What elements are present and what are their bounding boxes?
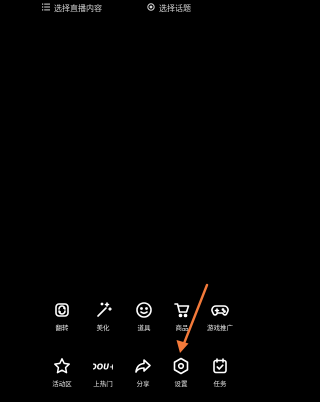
settings-label: 设置 [174, 380, 188, 388]
select-live-content-button[interactable]: 选择直播内容 [42, 3, 102, 14]
tasks-button[interactable]: 任务 [198, 356, 242, 394]
gamepad-icon [210, 300, 230, 320]
game-promotion-button[interactable]: 游戏推广 [198, 300, 242, 338]
activity-zone-button[interactable]: 活动区 [40, 356, 84, 394]
flip-button[interactable]: 翻转 [40, 300, 84, 338]
shopping-cart-icon [172, 300, 192, 320]
flip-label: 翻转 [55, 324, 69, 332]
toolbar-row-1: 翻转 美化 道具 商品 游戏推广 [0, 300, 285, 338]
beautify-button[interactable]: 美化 [81, 300, 125, 338]
select-live-content-label: 选择直播内容 [54, 3, 102, 13]
list-icon [42, 3, 50, 14]
svg-text:DOU+: DOU+ [93, 362, 113, 371]
go-hot-label: 上热门 [93, 380, 113, 388]
topic-circle-icon [147, 3, 155, 14]
flip-icon [52, 300, 72, 320]
game-promotion-label: 游戏推广 [207, 324, 233, 332]
annotation-arrow [176, 283, 209, 353]
go-hot-button[interactable]: DOU+ 上热门 [81, 356, 125, 394]
tasks-label: 任务 [213, 380, 227, 388]
star-icon [52, 356, 72, 376]
beautify-wand-icon [93, 300, 113, 320]
products-label: 商品 [175, 324, 189, 332]
select-topic-label: 选择话题 [159, 3, 191, 13]
dou-plus-icon: DOU+ [93, 356, 113, 376]
props-label: 道具 [137, 324, 151, 332]
settings-button[interactable]: 设置 [159, 356, 203, 394]
top-bar: 选择直播内容 选择话题 [0, 3, 285, 17]
hexagon-settings-icon [171, 356, 191, 376]
share-arrow-icon [133, 356, 153, 376]
calendar-check-icon [210, 356, 230, 376]
select-topic-button[interactable]: 选择话题 [147, 3, 191, 14]
activity-zone-label: 活动区 [52, 380, 72, 388]
share-label: 分享 [136, 380, 150, 388]
beautify-label: 美化 [96, 324, 110, 332]
toolbar-row-2: 活动区 DOU+ 上热门 分享 设置 [0, 356, 285, 394]
smiley-icon [134, 300, 154, 320]
